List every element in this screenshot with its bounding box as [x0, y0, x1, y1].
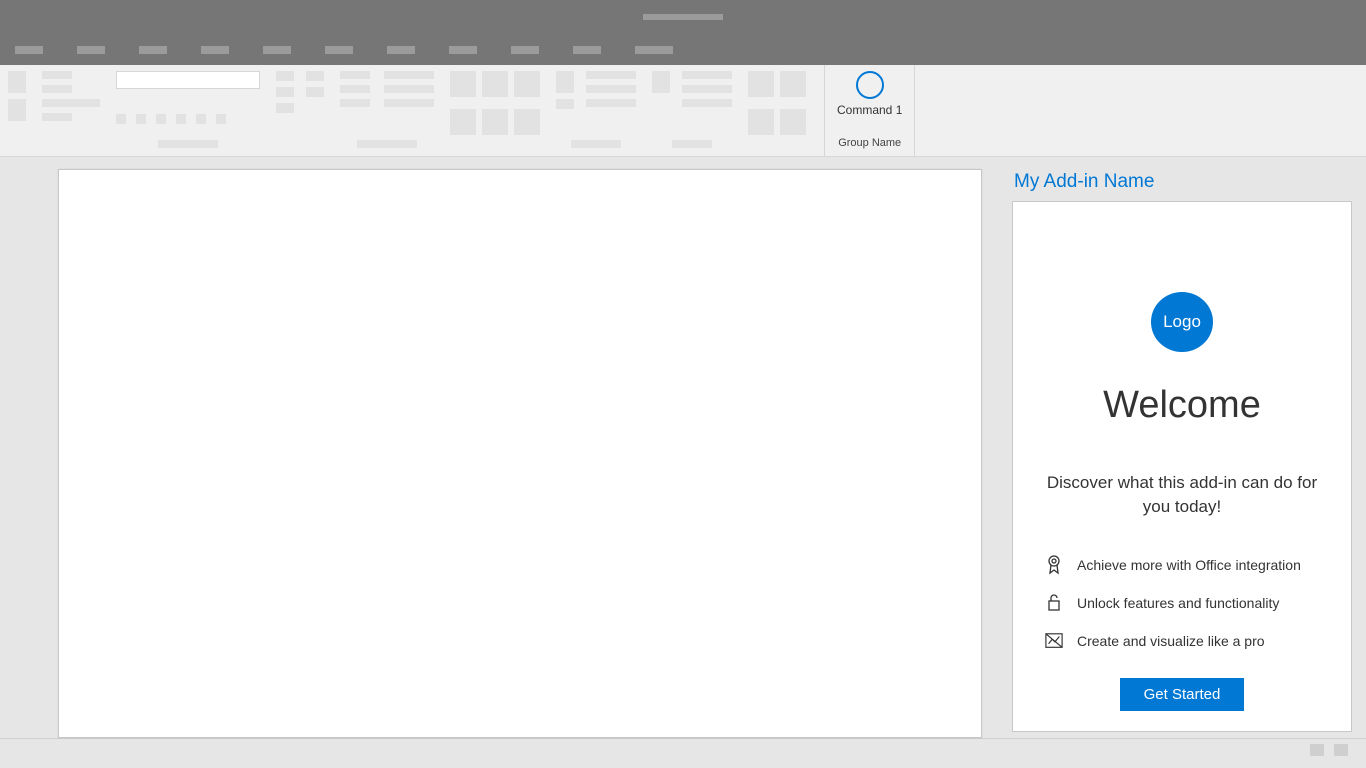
task-pane-body: Logo Welcome Discover what this add-in c…	[1012, 201, 1352, 732]
ribbon-group-placeholder	[34, 65, 108, 156]
tab-placeholder[interactable]	[573, 46, 601, 54]
get-started-button[interactable]: Get Started	[1120, 678, 1245, 711]
feature-text: Unlock features and functionality	[1077, 595, 1279, 611]
document-page[interactable]	[58, 169, 982, 738]
feature-item: Unlock features and functionality	[1045, 594, 1319, 612]
feature-item: Achieve more with Office integration	[1045, 556, 1319, 574]
ribbon-group-placeholder	[442, 65, 548, 156]
ribbon-group-placeholder	[644, 65, 740, 156]
ribbon-group-placeholder	[268, 65, 332, 156]
ribbon-custom-group: Command 1 Group Name	[824, 65, 915, 156]
ribbon-group-placeholder	[108, 65, 268, 156]
unlock-icon	[1045, 594, 1063, 612]
addin-logo: Logo	[1151, 292, 1213, 352]
tab-placeholder[interactable]	[511, 46, 539, 54]
tab-placeholder[interactable]	[449, 46, 477, 54]
feature-list: Achieve more with Office integration Unl…	[1035, 556, 1329, 670]
content-area: My Add-in Name Logo Welcome Discover wha…	[0, 157, 1366, 738]
window-grip	[643, 14, 723, 20]
welcome-description: Discover what this add-in can do for you…	[1035, 471, 1329, 520]
tab-placeholder[interactable]	[15, 46, 43, 54]
command-1-icon[interactable]	[856, 71, 884, 99]
tab-placeholder[interactable]	[201, 46, 229, 54]
feature-item: Create and visualize like a pro	[1045, 632, 1319, 650]
ribbon-group-placeholder	[332, 65, 442, 156]
task-pane-title: My Add-in Name	[1012, 171, 1352, 193]
tab-placeholder[interactable]	[139, 46, 167, 54]
tab-placeholder[interactable]	[325, 46, 353, 54]
ribbon: Command 1 Group Name	[0, 65, 1366, 157]
feature-text: Achieve more with Office integration	[1077, 557, 1301, 573]
ribbon-combobox-placeholder[interactable]	[116, 71, 260, 89]
status-bar	[0, 738, 1366, 760]
command-1-label[interactable]: Command 1	[837, 103, 902, 117]
task-pane: My Add-in Name Logo Welcome Discover wha…	[1012, 157, 1366, 738]
tab-placeholder[interactable]	[77, 46, 105, 54]
view-button-placeholder[interactable]	[1310, 744, 1324, 756]
view-button-placeholder[interactable]	[1334, 744, 1348, 756]
tab-placeholder[interactable]	[263, 46, 291, 54]
custom-group-label: Group Name	[838, 137, 901, 149]
document-area	[0, 157, 1012, 738]
ribbon-tab-strip	[0, 34, 1366, 65]
chart-icon	[1045, 632, 1063, 650]
tab-placeholder[interactable]	[635, 46, 673, 54]
feature-text: Create and visualize like a pro	[1077, 633, 1265, 649]
title-bar	[0, 0, 1366, 34]
ribbon-group-placeholder	[548, 65, 644, 156]
ribbon-group-placeholder	[740, 65, 814, 156]
ribbon-group-placeholder	[0, 65, 34, 156]
ribbon-badge-icon	[1045, 556, 1063, 574]
welcome-heading: Welcome	[1103, 384, 1261, 427]
tab-placeholder[interactable]	[387, 46, 415, 54]
